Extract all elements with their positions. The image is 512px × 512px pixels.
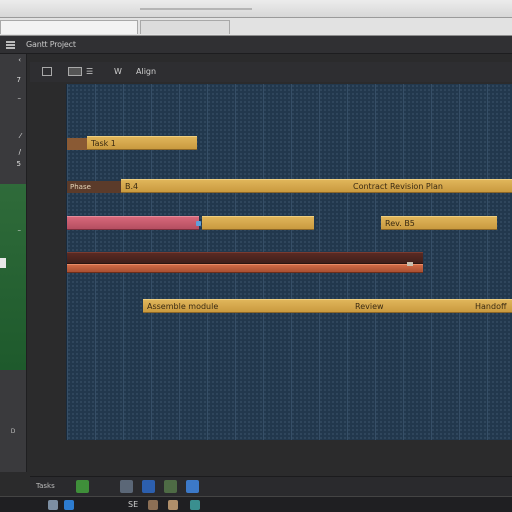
- sidebar-item-2[interactable]: 7: [0, 74, 26, 86]
- task-bar-3b[interactable]: [202, 216, 314, 230]
- app-title: Gantt Project: [26, 40, 76, 49]
- row-label-1: [67, 138, 87, 150]
- calendar-icon[interactable]: [186, 480, 199, 493]
- task-bar-4[interactable]: [67, 252, 423, 264]
- sidebar-item-4[interactable]: ⁄: [0, 130, 26, 142]
- dependency-marker[interactable]: [196, 221, 201, 226]
- task-bar-1[interactable]: Task 1: [87, 136, 197, 150]
- taskbar-app-icon-2[interactable]: [64, 500, 74, 510]
- task-bar-2-label: B.4: [125, 182, 139, 191]
- menu-icon[interactable]: [6, 41, 15, 49]
- gantt-canvas[interactable]: Task 1 Phase B.4 Contract Revision Plan …: [66, 84, 512, 440]
- task-bar-5-label-c: Handoff: [475, 302, 507, 311]
- task-bar-2-label-b: Contract Revision Plan: [353, 182, 443, 191]
- task-bar-5-label-b: Review: [355, 302, 384, 311]
- task-bar-3[interactable]: [67, 216, 199, 230]
- status-text: Tasks: [36, 482, 55, 490]
- taskbar: SE: [0, 496, 512, 512]
- calendar-icon[interactable]: [68, 67, 82, 76]
- shield-icon[interactable]: [142, 480, 155, 493]
- sidebar-item-7[interactable]: –: [0, 224, 26, 236]
- sidebar-bottom-label-1[interactable]: D: [0, 428, 26, 436]
- task-bar-5[interactable]: Assemble module Review Handoff: [143, 299, 512, 313]
- task-bar-5-label: Assemble module: [147, 302, 219, 311]
- sidebar-marker-icon: [0, 258, 6, 268]
- toolbar-label-1[interactable]: ☰: [86, 66, 93, 77]
- align-button[interactable]: Align: [136, 66, 156, 77]
- task-bar-2[interactable]: B.4 Contract Revision Plan: [121, 179, 512, 193]
- status-bar: Tasks: [30, 476, 512, 496]
- taskbar-app-icon-3[interactable]: [148, 500, 158, 510]
- taskbar-label: SE: [128, 500, 139, 509]
- document-icon[interactable]: [120, 480, 133, 493]
- sidebar-active-panel[interactable]: –: [0, 184, 26, 370]
- chart-icon[interactable]: [164, 480, 177, 493]
- task-bar-3c[interactable]: Rev. B5: [381, 216, 497, 230]
- sidebar-item-3[interactable]: –: [0, 92, 26, 104]
- grid-icon[interactable]: [42, 67, 52, 76]
- main-toolbar: ☰ W Align: [30, 62, 512, 82]
- check-icon[interactable]: [76, 480, 89, 493]
- taskbar-app-icon-5[interactable]: [190, 500, 200, 510]
- taskbar-app-icon[interactable]: [48, 500, 58, 510]
- title-placeholder: [140, 8, 252, 10]
- task-bar-4-progress[interactable]: [67, 264, 423, 273]
- sidebar-item-1[interactable]: ‹: [0, 54, 26, 66]
- window-titlebar: [0, 0, 512, 18]
- view-button[interactable]: W: [114, 66, 122, 77]
- resize-handle[interactable]: [407, 262, 413, 266]
- row-label-2: Phase: [67, 181, 121, 193]
- tab-1[interactable]: [0, 20, 138, 34]
- taskbar-app-icon-4[interactable]: [168, 500, 178, 510]
- tab-2[interactable]: [140, 20, 230, 34]
- left-sidebar: ‹ 7 – ⁄ / 5 – D: [0, 54, 27, 472]
- tab-bar: [0, 18, 512, 36]
- app-header: Gantt Project: [0, 36, 512, 54]
- sidebar-item-6[interactable]: 5: [0, 158, 26, 170]
- sidebar-item-5[interactable]: /: [0, 146, 26, 158]
